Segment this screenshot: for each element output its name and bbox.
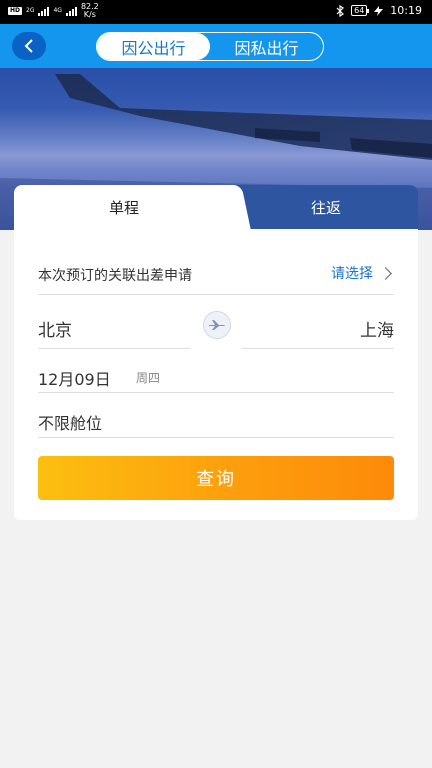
airplane-icon [209, 320, 225, 330]
swap-cities-button[interactable] [203, 311, 231, 339]
hd-icon: HD [8, 7, 23, 15]
header: 因公出行 因私出行 [0, 24, 432, 68]
network-4g-label: 4G [53, 7, 62, 14]
network-2g-label: 2G [26, 7, 35, 14]
related-application-row[interactable]: 本次预订的关联出差申请 请选择 [38, 255, 394, 295]
bluetooth-icon [336, 4, 345, 17]
arrival-city: 上海 [360, 321, 394, 341]
booking-form: 本次预订的关联出差申请 请选择 北京 上海 12月09日 周四 不限舱位 查询 [14, 229, 418, 520]
network-speed: 82.2 K/s [81, 3, 99, 19]
4g-signal-icon: 4G [53, 8, 61, 14]
tab-business-travel[interactable]: 因公出行 [97, 33, 210, 60]
departure-weekday: 周四 [136, 371, 161, 385]
tab-round-trip[interactable]: 往返 [234, 185, 418, 229]
cabin-class: 不限舱位 [38, 414, 103, 433]
speed-unit: K/s [83, 10, 96, 19]
status-bar: HD 2G 4G 82.2 K/s 64 10:19 [0, 0, 432, 24]
search-button[interactable]: 查询 [38, 456, 394, 500]
tab-personal-travel[interactable]: 因私出行 [210, 33, 323, 60]
arrival-city-field[interactable]: 上海 [242, 311, 394, 349]
back-button[interactable] [12, 32, 46, 60]
signal-bars-icon [38, 6, 50, 16]
departure-city: 北京 [38, 321, 72, 341]
departure-date: 12月09日 [38, 370, 111, 389]
cabin-class-field[interactable]: 不限舱位 [38, 407, 394, 438]
tab-one-way[interactable]: 单程 [14, 185, 234, 229]
signal-bars-icon-2 [65, 6, 77, 16]
application-select[interactable]: 请选择 [331, 263, 392, 283]
application-select-text: 请选择 [331, 266, 373, 282]
clock: 10:19 [390, 4, 422, 17]
status-right: 64 10:19 [336, 4, 422, 17]
status-left: HD 2G 4G 82.2 K/s [8, 3, 99, 19]
related-application-label: 本次预订的关联出差申请 [38, 268, 192, 284]
battery-icon: 64 [351, 5, 370, 16]
departure-date-field[interactable]: 12月09日 周四 [38, 363, 394, 393]
charging-icon [374, 5, 384, 16]
departure-city-field[interactable]: 北京 [38, 311, 190, 349]
travel-type-switch: 因公出行 因私出行 [96, 32, 324, 61]
chevron-left-icon [24, 39, 33, 53]
2g-signal-icon: 2G [26, 8, 34, 14]
chevron-right-icon [379, 266, 392, 280]
trip-tabs: 单程 往返 [14, 185, 418, 229]
